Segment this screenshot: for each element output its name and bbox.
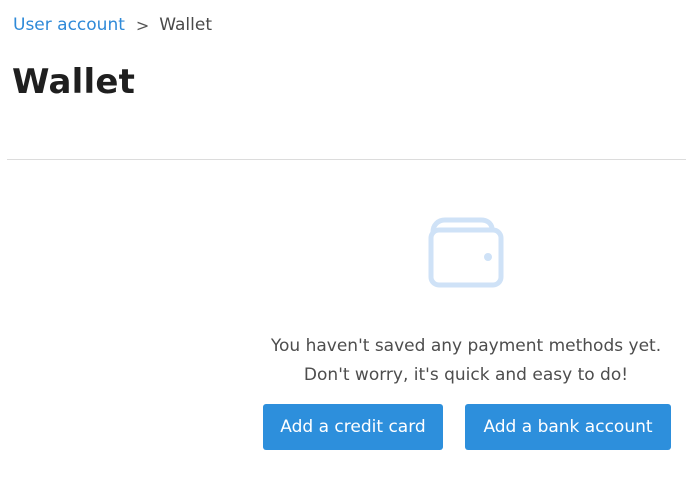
empty-state: You haven't saved any payment methods ye… — [253, 214, 679, 390]
breadcrumb-current: Wallet — [159, 15, 213, 35]
empty-state-message: You haven't saved any payment methods ye… — [253, 332, 679, 390]
empty-state-line-1: You haven't saved any payment methods ye… — [270, 336, 662, 356]
breadcrumb-separator: > — [135, 15, 150, 35]
header-divider — [7, 159, 686, 160]
wallet-icon — [428, 217, 504, 288]
page-title: Wallet — [12, 62, 136, 102]
empty-state-actions: Add a credit card Add a bank account — [263, 404, 671, 450]
empty-state-line-2: Don't worry, it's quick and easy to do! — [303, 365, 629, 385]
breadcrumb: User account > Wallet — [13, 15, 212, 35]
add-bank-account-button[interactable]: Add a bank account — [465, 404, 671, 450]
breadcrumb-user-account-link[interactable]: User account — [13, 15, 125, 35]
wallet-page: User account > Wallet Wallet You haven't… — [0, 0, 686, 482]
add-credit-card-button[interactable]: Add a credit card — [263, 404, 443, 450]
